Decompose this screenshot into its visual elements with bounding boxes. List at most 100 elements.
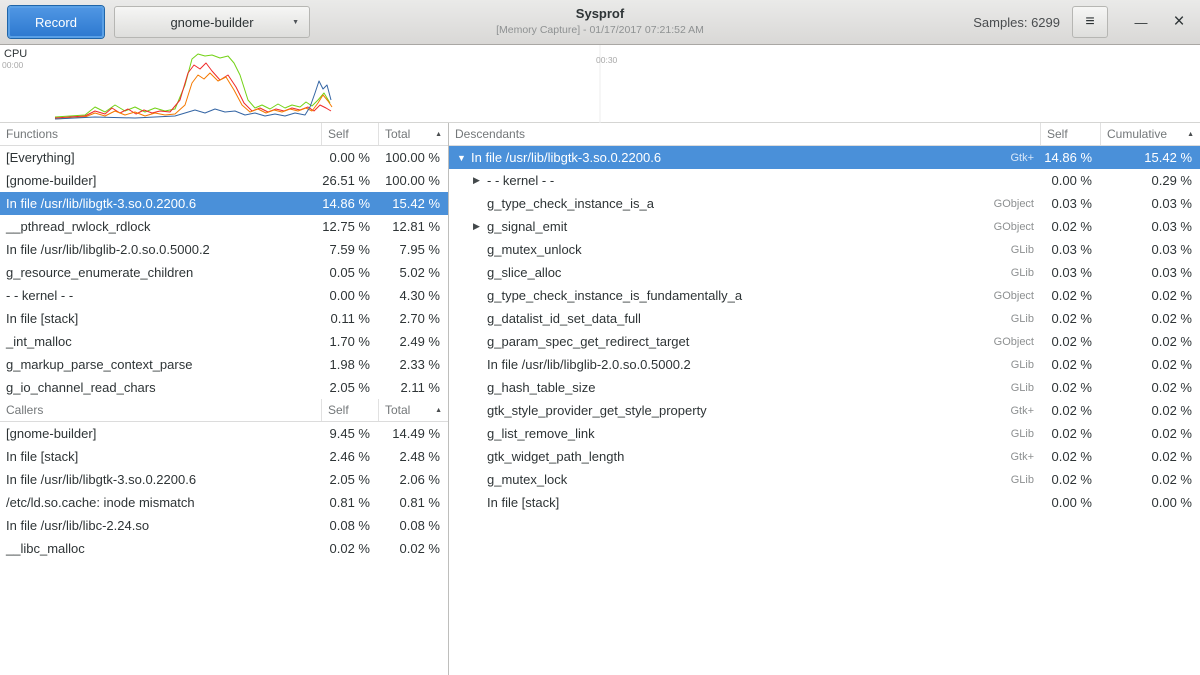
column-header-descendants[interactable]: Descendants	[449, 123, 1040, 145]
self-percent: 7.59 %	[321, 242, 378, 257]
table-row[interactable]: g_mutex_unlockGLib0.03 %0.03 %	[449, 238, 1200, 261]
cumulative-percent: 0.00 %	[1100, 495, 1200, 510]
table-row[interactable]: ▶- - kernel - -0.00 %0.29 %	[449, 169, 1200, 192]
descendant-name-cell: g_datalist_id_set_data_full	[449, 311, 1011, 326]
total-percent: 2.49 %	[378, 334, 448, 349]
expander-open-icon[interactable]: ▼	[455, 153, 471, 163]
table-row[interactable]: __pthread_rwlock_rdlock12.75 %12.81 %	[0, 215, 448, 238]
sysprof-window: Record gnome-builder ▼ Sysprof [Memory C…	[0, 0, 1200, 675]
function-name: In file /usr/lib/libc-2.24.so	[0, 518, 321, 533]
sort-arrow-icon: ▲	[435, 131, 442, 138]
total-percent: 0.02 %	[378, 541, 448, 556]
function-name: _int_malloc	[0, 334, 321, 349]
close-button[interactable]: ×	[1164, 6, 1194, 38]
table-row[interactable]: In file /usr/lib/libgtk-3.so.0.2200.614.…	[0, 192, 448, 215]
table-row[interactable]: g_slice_allocGLib0.03 %0.03 %	[449, 261, 1200, 284]
self-percent: 0.02 %	[1040, 311, 1100, 326]
table-row[interactable]: g_hash_table_sizeGLib0.02 %0.02 %	[449, 376, 1200, 399]
table-row[interactable]: g_mutex_lockGLib0.02 %0.02 %	[449, 468, 1200, 491]
time-tick-mid: 00:30	[596, 55, 617, 65]
self-percent: 0.02 %	[1040, 380, 1100, 395]
expander-closed-icon[interactable]: ▶	[471, 175, 487, 186]
column-header-self[interactable]: Self	[1040, 123, 1100, 145]
library-category-label: Gtk+	[1010, 405, 1040, 417]
self-percent: 1.98 %	[321, 357, 378, 372]
total-percent: 12.81 %	[378, 219, 448, 234]
table-row[interactable]: In file /usr/lib/libgtk-3.so.0.2200.62.0…	[0, 468, 448, 491]
table-row[interactable]: __libc_malloc0.02 %0.02 %	[0, 537, 448, 560]
descendant-name-cell: g_list_remove_link	[449, 426, 1011, 441]
cpu-line-cpu-orange	[55, 73, 332, 119]
function-name: g_markup_parse_context_parse	[0, 357, 321, 372]
main-content: Functions Self Total ▲ [Everything]0.00 …	[0, 123, 1200, 675]
column-header-self[interactable]: Self	[321, 123, 378, 145]
cumulative-percent: 0.02 %	[1100, 357, 1200, 372]
cumulative-percent: 0.03 %	[1100, 265, 1200, 280]
expander-closed-icon[interactable]: ▶	[471, 221, 487, 232]
self-percent: 0.03 %	[1040, 242, 1100, 257]
table-row[interactable]: g_type_check_instance_is_aGObject0.03 %0…	[449, 192, 1200, 215]
function-name: g_resource_enumerate_children	[0, 265, 321, 280]
self-percent: 14.86 %	[1040, 150, 1100, 165]
table-row[interactable]: In file [stack]2.46 %2.48 %	[0, 445, 448, 468]
process-selector-dropdown[interactable]: gnome-builder ▼	[114, 6, 310, 38]
function-name: In file /usr/lib/libgtk-3.so.0.2200.6	[0, 472, 321, 487]
callers-table: [gnome-builder]9.45 %14.49 %In file [sta…	[0, 422, 448, 560]
function-name: gtk_widget_path_length	[487, 449, 624, 464]
record-button[interactable]: Record	[8, 6, 104, 38]
cumulative-percent: 0.03 %	[1100, 196, 1200, 211]
total-percent: 7.95 %	[378, 242, 448, 257]
table-row[interactable]: g_datalist_id_set_data_fullGLib0.02 %0.0…	[449, 307, 1200, 330]
table-row[interactable]: g_io_channel_read_chars2.05 %2.11 %	[0, 376, 448, 399]
library-category-label: GLib	[1011, 474, 1040, 486]
table-row[interactable]: In file [stack]0.11 %2.70 %	[0, 307, 448, 330]
self-percent: 0.03 %	[1040, 265, 1100, 280]
library-category-label: Gtk+	[1010, 451, 1040, 463]
library-category-label: GLib	[1011, 359, 1040, 371]
library-category-label: Gtk+	[1010, 152, 1040, 164]
table-row[interactable]: [Everything]0.00 %100.00 %	[0, 146, 448, 169]
cpu-line-cpu-red	[55, 63, 331, 118]
table-row[interactable]: g_type_check_instance_is_fundamentally_a…	[449, 284, 1200, 307]
table-row[interactable]: In file [stack]0.00 %0.00 %	[449, 491, 1200, 514]
descendants-table-header: Descendants Self Cumulative ▲	[449, 123, 1200, 146]
function-name: gtk_style_provider_get_style_property	[487, 403, 707, 418]
column-header-functions[interactable]: Functions	[0, 123, 321, 145]
function-name: __pthread_rwlock_rdlock	[0, 219, 321, 234]
table-row[interactable]: /etc/ld.so.cache: inode mismatch0.81 %0.…	[0, 491, 448, 514]
self-percent: 0.00 %	[1040, 495, 1100, 510]
menu-button[interactable]: ≡	[1072, 6, 1108, 38]
descendant-name-cell: g_mutex_unlock	[449, 242, 1011, 257]
table-row[interactable]: In file /usr/lib/libglib-2.0.so.0.5000.2…	[0, 238, 448, 261]
table-row[interactable]: gtk_widget_path_lengthGtk+0.02 %0.02 %	[449, 445, 1200, 468]
column-header-self[interactable]: Self	[321, 399, 378, 421]
table-row[interactable]: In file /usr/lib/libglib-2.0.so.0.5000.2…	[449, 353, 1200, 376]
table-row[interactable]: g_list_remove_linkGLib0.02 %0.02 %	[449, 422, 1200, 445]
column-header-total[interactable]: Total ▲	[378, 399, 448, 421]
function-name: [gnome-builder]	[0, 426, 321, 441]
table-row[interactable]: - - kernel - -0.00 %4.30 %	[0, 284, 448, 307]
cpu-graph[interactable]: CPU 00:00 00:30	[0, 45, 1200, 123]
table-row[interactable]: [gnome-builder]26.51 %100.00 %	[0, 169, 448, 192]
minimize-button[interactable]: —	[1126, 6, 1156, 38]
self-percent: 0.00 %	[1040, 173, 1100, 188]
function-name: g_type_check_instance_is_fundamentally_a	[487, 288, 742, 303]
table-row[interactable]: g_resource_enumerate_children0.05 %5.02 …	[0, 261, 448, 284]
left-pane: Functions Self Total ▲ [Everything]0.00 …	[0, 123, 449, 675]
column-header-cumulative[interactable]: Cumulative ▲	[1100, 123, 1200, 145]
column-header-callers[interactable]: Callers	[0, 399, 321, 421]
cumulative-percent: 0.03 %	[1100, 219, 1200, 234]
self-percent: 26.51 %	[321, 173, 378, 188]
table-row[interactable]: g_param_spec_get_redirect_targetGObject0…	[449, 330, 1200, 353]
table-row[interactable]: g_markup_parse_context_parse1.98 %2.33 %	[0, 353, 448, 376]
column-header-total[interactable]: Total ▲	[378, 123, 448, 145]
total-percent: 2.48 %	[378, 449, 448, 464]
table-row[interactable]: In file /usr/lib/libc-2.24.so0.08 %0.08 …	[0, 514, 448, 537]
function-name: [gnome-builder]	[0, 173, 321, 188]
table-row[interactable]: gtk_style_provider_get_style_property Gtk…	[449, 399, 1200, 422]
table-row[interactable]: [gnome-builder]9.45 %14.49 %	[0, 422, 448, 445]
table-row[interactable]: _int_malloc1.70 %2.49 %	[0, 330, 448, 353]
descendant-name-cell: g_type_check_instance_is_a	[449, 196, 994, 211]
table-row[interactable]: ▶g_signal_emitGObject0.02 %0.03 %	[449, 215, 1200, 238]
table-row[interactable]: ▼In file /usr/lib/libgtk-3.so.0.2200.6Gt…	[449, 146, 1200, 169]
